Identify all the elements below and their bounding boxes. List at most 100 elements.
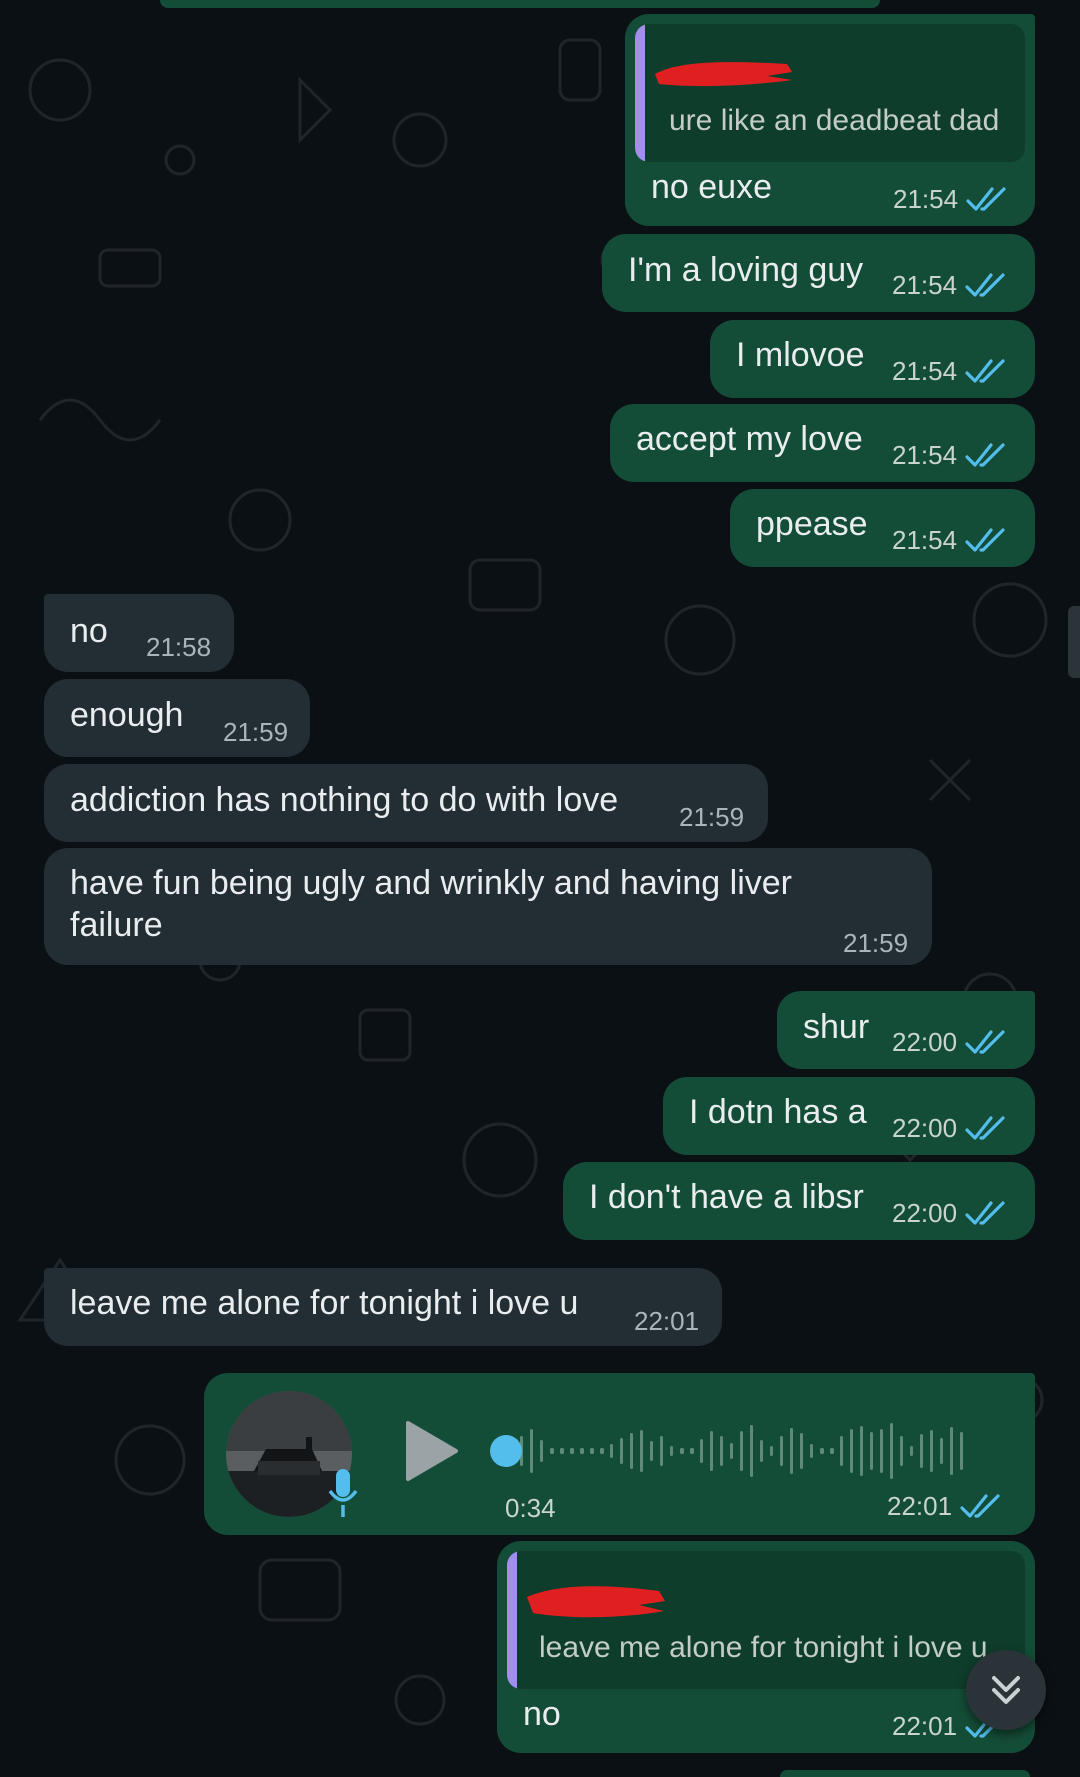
incoming-message-bubble[interactable]: enough 21:59	[44, 679, 310, 757]
message-time: 22:00	[892, 1027, 958, 1057]
message-text: enough	[70, 696, 184, 734]
message-meta: 21:58	[146, 632, 211, 663]
outgoing-message-bubble[interactable]: I mlovoe 21:54	[710, 320, 1035, 398]
waveform-bar	[720, 1436, 723, 1466]
scroll-edge-handle[interactable]	[1068, 606, 1080, 678]
outgoing-message-bubble[interactable]: accept my love 21:54	[610, 404, 1035, 482]
scroll-to-bottom-button[interactable]	[966, 1650, 1046, 1730]
waveform-bar	[620, 1438, 623, 1464]
waveform-bar	[790, 1428, 793, 1474]
waveform-bar	[610, 1444, 613, 1458]
incoming-message-bubble[interactable]: no 21:58	[44, 594, 234, 672]
message-time: 22:01	[887, 1491, 953, 1521]
message-meta: 22:01	[634, 1306, 699, 1337]
voice-waveform[interactable]	[486, 1413, 1006, 1489]
waveform-bar	[730, 1443, 733, 1459]
waveform-bar	[850, 1429, 853, 1473]
outgoing-message-bubble[interactable]: ppease 21:54	[730, 489, 1035, 567]
waveform-bar	[940, 1438, 943, 1464]
message-meta: 21:54	[893, 184, 1010, 215]
message-meta: 22:00	[892, 1198, 1009, 1229]
message-time: 21:54	[892, 356, 958, 386]
waveform-bar	[960, 1432, 963, 1470]
outgoing-message-bubble[interactable]: I dotn has a 22:00	[663, 1077, 1035, 1155]
waveform-bar	[550, 1448, 554, 1454]
waveform-bar	[910, 1446, 913, 1456]
double-check-icon	[965, 358, 1005, 383]
waveform-bar	[670, 1446, 673, 1456]
message-text: I don't have a libsr	[589, 1178, 864, 1216]
message-time: 21:59	[843, 928, 909, 958]
waveform-bar	[900, 1436, 903, 1466]
waveform-bar	[820, 1448, 824, 1454]
incoming-message-bubble[interactable]: addiction has nothing to do with love 21…	[44, 764, 768, 842]
play-icon[interactable]	[404, 1419, 460, 1483]
voice-duration: 0:34	[505, 1493, 556, 1523]
message-text: leave me alone for tonight i love u	[70, 1284, 579, 1322]
waveform-bar	[800, 1433, 803, 1469]
playback-position-dot[interactable]	[490, 1435, 522, 1467]
message-time: 21:54	[892, 525, 958, 555]
waveform-bar	[830, 1448, 834, 1454]
message-text: accept my love	[636, 420, 863, 458]
double-check-icon	[965, 1115, 1005, 1140]
message-text: have fun being ugly and wrinkly and havi…	[70, 864, 793, 944]
waveform-bar	[690, 1448, 694, 1454]
waveform-bar	[860, 1426, 863, 1476]
waveform-bar	[630, 1433, 633, 1469]
waveform-bar	[530, 1429, 533, 1473]
voice-message-bubble[interactable]: 0:34 22:01	[204, 1373, 1035, 1535]
outgoing-message-bubble[interactable]: shur 22:00	[777, 991, 1035, 1069]
message-meta: 21:59	[679, 802, 744, 833]
quote-accent-bar	[635, 24, 645, 162]
waveform-bar	[890, 1423, 893, 1479]
waveform-bar	[570, 1448, 574, 1454]
outgoing-message-bubble[interactable]: leave me alone for tonight i love u no 2…	[497, 1541, 1035, 1753]
double-check-icon	[965, 442, 1005, 467]
double-check-icon	[965, 1029, 1005, 1054]
outgoing-message-bubble[interactable]: ure like an deadbeat dad no euxe 21:54	[625, 14, 1035, 226]
double-check-icon	[966, 186, 1006, 211]
double-check-icon	[965, 527, 1005, 552]
waveform-bar	[930, 1430, 933, 1472]
double-check-icon	[965, 1200, 1005, 1225]
waveform-bar	[710, 1431, 713, 1471]
waveform-bar	[760, 1440, 763, 1462]
quoted-text: ure like an deadbeat dad	[669, 104, 1000, 137]
quoted-message[interactable]: ure like an deadbeat dad	[635, 24, 1025, 162]
waveform-bar	[840, 1436, 843, 1466]
message-time: 21:54	[892, 440, 958, 470]
message-text: addiction has nothing to do with love	[70, 781, 619, 819]
outgoing-message-bubble[interactable]: I'm a loving guy 21:54	[602, 234, 1035, 312]
chat-area[interactable]: ure like an deadbeat dad no euxe 21:54 I…	[0, 0, 1080, 1777]
quoted-text: leave me alone for tonight i love u	[539, 1631, 988, 1664]
message-time: 22:00	[892, 1198, 958, 1228]
message-time: 22:01	[634, 1306, 700, 1336]
message-time: 21:59	[223, 717, 289, 747]
mic-icon	[328, 1469, 358, 1517]
waveform-bar	[640, 1430, 643, 1472]
incoming-message-bubble[interactable]: have fun being ugly and wrinkly and havi…	[44, 848, 932, 965]
message-meta: 21:54	[892, 440, 1009, 471]
message-meta: 22:00	[892, 1027, 1009, 1058]
waveform-bar	[680, 1448, 684, 1454]
incoming-message-bubble[interactable]: leave me alone for tonight i love u 22:0…	[44, 1268, 722, 1346]
double-check-icon	[965, 272, 1005, 297]
message-text: no	[70, 612, 108, 650]
waveform-bar	[810, 1444, 813, 1458]
outgoing-message-bubble[interactable]: I don't have a libsr 22:00	[563, 1162, 1035, 1240]
waveform-bar	[880, 1429, 883, 1473]
message-time: 21:58	[146, 632, 212, 662]
message-time: 21:54	[892, 270, 958, 300]
message-meta: 22:00	[892, 1113, 1009, 1144]
message-text: no euxe	[651, 168, 772, 206]
double-check-icon	[960, 1493, 1000, 1518]
message-meta: 21:59	[843, 928, 908, 959]
next-message-edge	[780, 1770, 1030, 1777]
waveform-bar	[560, 1448, 564, 1454]
quoted-message[interactable]: leave me alone for tonight i love u	[507, 1551, 1025, 1689]
message-meta: 21:54	[892, 270, 1009, 301]
redacted-sender-name	[655, 62, 792, 87]
waveform-bar	[770, 1446, 773, 1456]
message-text: I dotn has a	[689, 1093, 867, 1131]
